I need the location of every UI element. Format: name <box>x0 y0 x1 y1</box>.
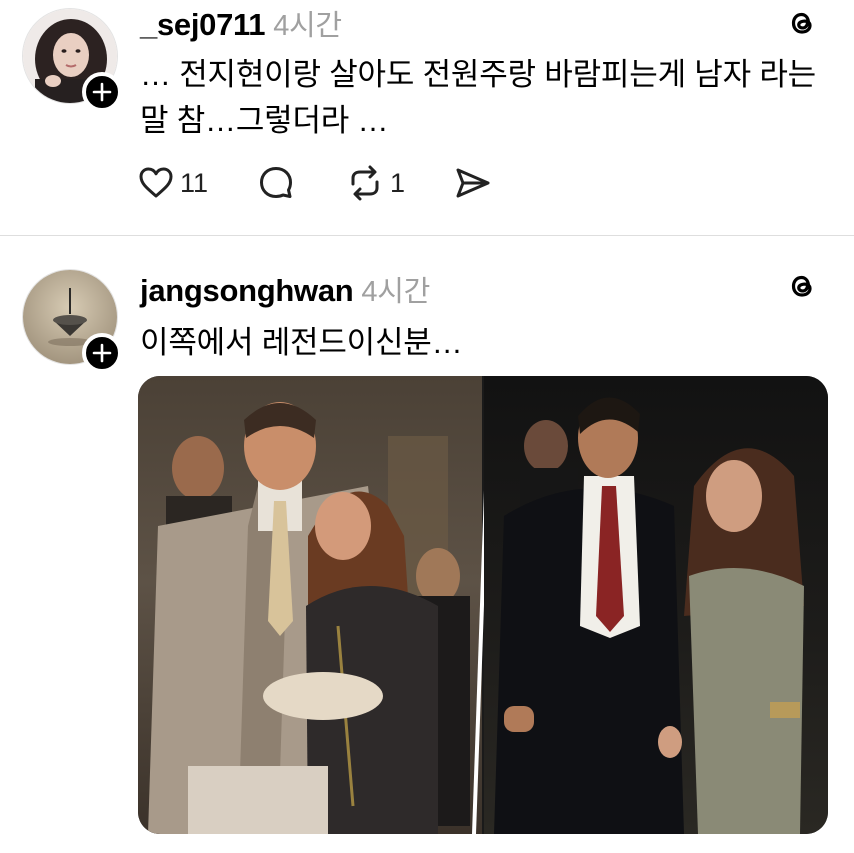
username-link[interactable]: _sej0711 <box>140 7 265 42</box>
thread-post: jangsonghwan 4시간 이쪽에서 레전드이신분… <box>0 236 854 853</box>
photo-right[interactable] <box>484 376 828 834</box>
follow-button[interactable] <box>82 333 122 373</box>
share-button[interactable] <box>453 163 493 203</box>
repost-count: 1 <box>390 167 406 198</box>
comment-button[interactable] <box>256 163 296 203</box>
repost-button[interactable]: 1 <box>344 163 405 203</box>
thread-post: _sej0711 4시간 … 전지현이랑 살아도 전원주랑 바람피는게 남자 라는… <box>0 0 854 236</box>
heart-icon <box>139 167 173 198</box>
plus-icon <box>92 343 112 363</box>
like-button[interactable]: 11 <box>136 163 208 203</box>
post-text: … 전지현이랑 살아도 전원주랑 바람피는게 남자 라는 말 참…그렇더라 … <box>140 57 816 138</box>
post-text: 이쪽에서 레전드이신분… <box>140 325 463 360</box>
threads-logo-icon[interactable] <box>784 268 820 304</box>
like-count: 11 <box>180 167 209 198</box>
post-media[interactable] <box>138 376 828 834</box>
action-bar: 11 1 <box>136 160 541 206</box>
threads-logo-icon[interactable] <box>784 5 820 41</box>
post-header: jangsonghwan 4시간 <box>140 268 430 310</box>
send-icon <box>456 168 490 198</box>
post-timestamp: 4시간 <box>361 276 430 308</box>
plus-icon <box>92 82 112 102</box>
follow-button[interactable] <box>82 72 122 112</box>
username-link[interactable]: jangsonghwan <box>140 273 354 308</box>
author-avatar[interactable] <box>22 8 122 112</box>
post-header: _sej0711 4시간 <box>140 2 342 44</box>
photo-left[interactable] <box>138 376 482 834</box>
comment-icon <box>260 167 293 198</box>
author-avatar[interactable] <box>22 269 122 373</box>
repost-icon <box>351 165 379 201</box>
post-timestamp: 4시간 <box>273 10 342 42</box>
